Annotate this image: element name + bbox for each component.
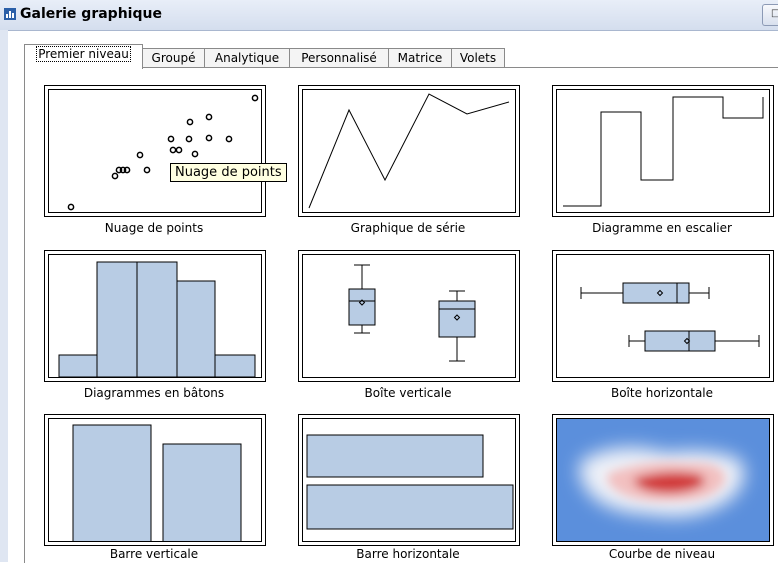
horizontal-bar-caption: Barre horizontale <box>356 547 460 561</box>
vertical-bar-caption: Barre verticale <box>109 547 199 561</box>
horizontal-bar-thumbnail[interactable] <box>298 414 520 546</box>
tab-label: Groupé <box>151 51 196 65</box>
histogram-caption: Diagrammes en bâtons <box>83 386 225 400</box>
window-control-button[interactable]: □ <box>762 4 778 26</box>
series-line-icon <box>308 93 510 209</box>
horizontal-boxplot-thumbnail[interactable] <box>552 250 774 382</box>
histogram-thumbnail[interactable] <box>44 250 266 382</box>
window-control-glyph: □ <box>771 8 778 19</box>
thumbnail-frame <box>302 418 516 542</box>
thumbnail-frame <box>48 254 262 378</box>
tab-label: Matrice <box>397 51 443 65</box>
tab-label: Personnalisé <box>301 51 377 65</box>
tab-matrice[interactable]: Matrice <box>388 48 452 68</box>
scatter-caption: Nuage de points <box>104 221 204 235</box>
horizontal-boxplot-icon <box>580 282 760 352</box>
scatter-plot-icon <box>67 94 259 211</box>
contour-plot-icon <box>557 419 769 541</box>
thumbnail-frame <box>302 89 516 213</box>
thumbnail-frame <box>48 89 262 213</box>
thumbnail-frame <box>302 254 516 378</box>
step-chart-icon <box>563 96 764 207</box>
thumbnail-frame <box>48 418 262 542</box>
vertical-boxplot-icon <box>348 264 476 362</box>
series-line-thumbnail[interactable] <box>298 85 520 217</box>
contour-thumbnail[interactable] <box>552 414 774 546</box>
tooltip: Nuage de points <box>170 163 287 182</box>
thumbnail-frame <box>556 89 770 213</box>
histogram-icon <box>58 261 256 377</box>
tab-groupe[interactable]: Groupé <box>142 48 205 68</box>
title-bar: Galerie graphique □ <box>0 0 778 31</box>
window-left-edge <box>0 30 8 562</box>
horizontal-boxplot-caption: Boîte horizontale <box>610 386 714 400</box>
contour-caption: Courbe de niveau <box>608 547 716 561</box>
tab-label: Premier niveau <box>36 46 131 62</box>
vertical-boxplot-thumbnail[interactable] <box>298 250 520 382</box>
window-title: Galerie graphique <box>20 6 162 22</box>
thumbnail-frame <box>556 418 770 542</box>
tab-label: Analytique <box>214 51 280 65</box>
tab-label: Volets <box>459 51 497 65</box>
tab-volets[interactable]: Volets <box>451 48 505 68</box>
step-caption: Diagramme en escalier <box>592 221 732 235</box>
horizontal-bar-icon <box>306 434 514 530</box>
tab-premier-niveau[interactable]: Premier niveau <box>24 44 143 69</box>
vertical-bar-icon <box>72 424 242 541</box>
tab-personnalise[interactable]: Personnalisé <box>289 48 389 68</box>
step-thumbnail[interactable] <box>552 85 774 217</box>
tab-analytique[interactable]: Analytique <box>204 48 290 68</box>
thumbnail-frame <box>556 254 770 378</box>
vertical-boxplot-caption: Boîte verticale <box>364 386 452 400</box>
scatter-thumbnail[interactable] <box>44 85 266 217</box>
series-line-caption: Graphique de série <box>350 221 466 235</box>
chart-gallery-icon <box>4 8 16 20</box>
vertical-bar-thumbnail[interactable] <box>44 414 266 546</box>
